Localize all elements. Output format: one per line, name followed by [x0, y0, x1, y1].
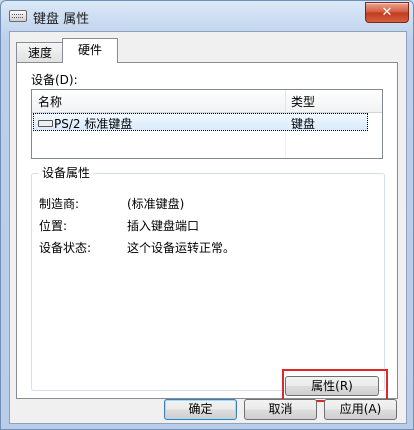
- keyboard-icon: [38, 120, 53, 127]
- device-status-value: 这个设备运转正常。: [127, 241, 236, 255]
- manufacturer-value: (标准键盘): [127, 197, 185, 211]
- manufacturer-label: 制造商:: [39, 197, 80, 211]
- apply-button[interactable]: 应用(A): [324, 399, 397, 420]
- devices-label: 设备(D):: [31, 73, 78, 87]
- device-list-header: 名称 类型: [32, 90, 382, 113]
- ok-button[interactable]: 确定: [164, 399, 237, 420]
- column-divider[interactable]: [285, 90, 286, 112]
- cancel-button[interactable]: 取消: [244, 399, 317, 420]
- hardware-tab-panel: 设备(D): 名称 类型 PS/2 标准键盘 键盘 设备属性 制造商: (标准键…: [16, 62, 398, 402]
- device-properties-group: [31, 173, 385, 391]
- title-bar[interactable]: 键盘 属性 ✕: [1, 1, 413, 31]
- device-properties-title: 设备属性: [39, 164, 94, 181]
- device-name: PS/2 标准键盘: [54, 117, 133, 131]
- keyboard-icon: [9, 10, 27, 22]
- device-list[interactable]: 名称 类型 PS/2 标准键盘 键盘: [31, 89, 383, 159]
- keyboard-properties-window: 键盘 属性 ✕ 速度 硬件 设备(D): 名称 类型 PS/2 标准键盘 键盘: [0, 0, 414, 430]
- device-row-ps2-keyboard[interactable]: PS/2 标准键盘 键盘: [33, 113, 368, 131]
- window-title: 键盘 属性: [33, 12, 90, 27]
- location-label: 位置:: [39, 219, 68, 233]
- properties-button[interactable]: 属性(R): [285, 376, 379, 396]
- dialog-client: 速度 硬件 设备(D): 名称 类型 PS/2 标准键盘 键盘 设备属性 制造商…: [9, 31, 407, 424]
- location-value: 插入键盘端口: [127, 219, 200, 233]
- device-status-label: 设备状态:: [39, 241, 92, 255]
- close-button[interactable]: ✕: [365, 2, 409, 23]
- tab-speed[interactable]: 速度: [16, 42, 64, 62]
- tab-hardware[interactable]: 硬件: [62, 38, 118, 63]
- column-header-name[interactable]: 名称: [38, 93, 62, 110]
- column-header-type[interactable]: 类型: [291, 93, 315, 110]
- device-type: 键盘: [291, 117, 316, 131]
